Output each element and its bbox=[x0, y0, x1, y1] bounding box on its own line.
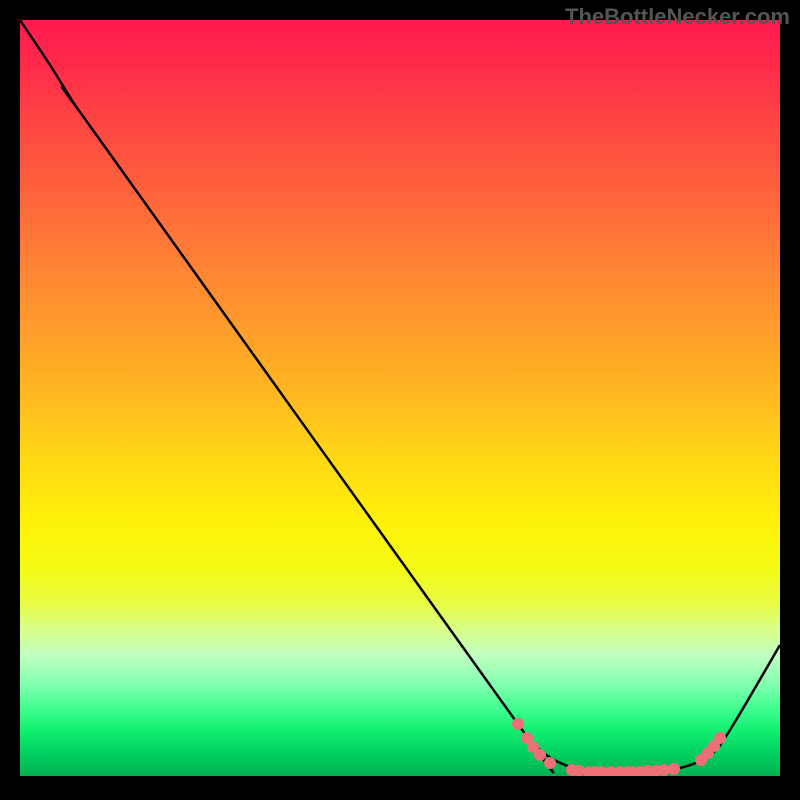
plot-gradient-area bbox=[20, 20, 780, 776]
watermark-text: TheBottleNecker.com bbox=[565, 4, 790, 30]
